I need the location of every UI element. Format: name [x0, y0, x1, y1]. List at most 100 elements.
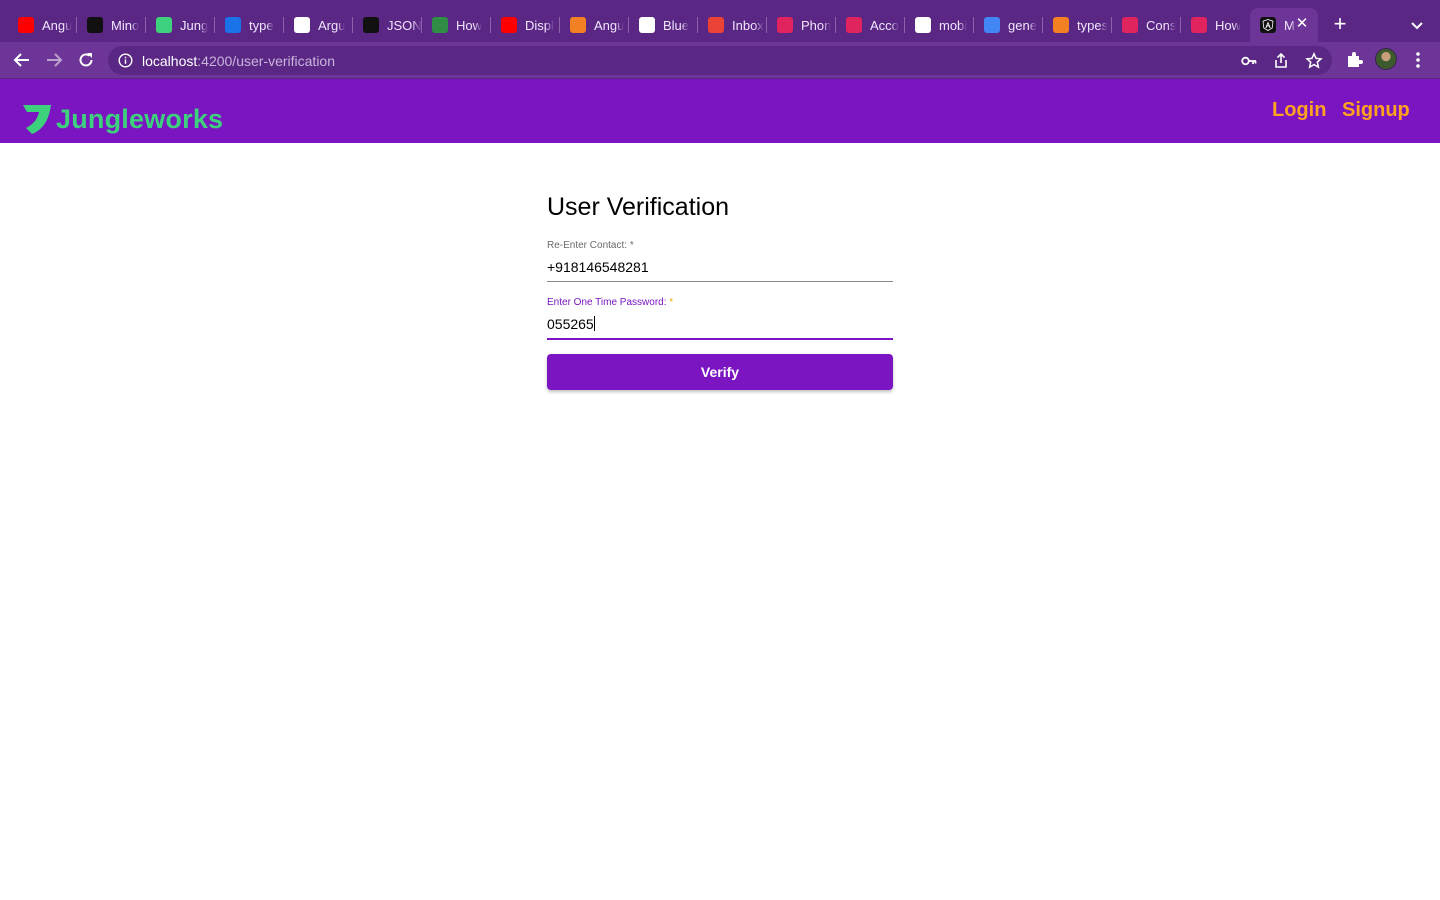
otp-field[interactable]: Enter One Time Password: * 055265: [547, 297, 893, 340]
verification-form: User Verification Re-Enter Contact: * +9…: [547, 190, 893, 390]
contact-underline: [547, 281, 893, 282]
tab-title: gene: [1008, 17, 1037, 33]
jungleworks-red-icon: [777, 17, 793, 33]
contact-input[interactable]: +918146548281: [547, 259, 893, 275]
browser-tab[interactable]: Displ: [491, 8, 560, 42]
contact-label: Re-Enter Contact: *: [547, 240, 893, 252]
e-icon: [225, 17, 241, 33]
browser-tab[interactable]: Jung: [146, 8, 215, 42]
required-marker: *: [629, 240, 634, 251]
jungleworks-red-icon: [846, 17, 862, 33]
json-icon: [363, 17, 379, 33]
back-button[interactable]: [10, 48, 34, 72]
browser-tab[interactable]: Mino: [77, 8, 146, 42]
otp-underline: [547, 338, 893, 340]
url-text: localhost:4200/user-verification: [142, 53, 335, 69]
browser-tab[interactable]: Argu: [284, 8, 353, 42]
app-header: Jungleworks: [0, 79, 1440, 143]
tab-title: Jung: [180, 17, 209, 33]
brand-logo[interactable]: Jungleworks: [22, 102, 223, 136]
chevron-down-icon: [1411, 22, 1423, 30]
tab-title: Mino: [111, 17, 140, 33]
contact-label-text: Re-Enter Contact:: [547, 240, 628, 251]
browser-toolbar: localhost:4200/user-verification: [0, 42, 1440, 79]
tab-title: How: [456, 17, 483, 33]
angular-icon: [1260, 17, 1276, 33]
address-bar[interactable]: localhost:4200/user-verification: [108, 46, 1332, 75]
otp-value: 055265: [547, 316, 594, 332]
browser-tab[interactable]: How: [1181, 8, 1250, 42]
more-menu-icon[interactable]: [1408, 50, 1428, 70]
tab-title: Blue: [663, 17, 690, 33]
arrow-right-icon: [47, 53, 63, 67]
otp-label: Enter One Time Password: *: [547, 297, 893, 309]
arrow-left-icon: [13, 53, 29, 67]
login-link[interactable]: Login: [1272, 99, 1326, 122]
stackoverflow-icon: [1053, 17, 1069, 33]
reload-button[interactable]: [74, 48, 98, 72]
star-icon[interactable]: [1305, 52, 1323, 70]
browser-tab[interactable]: gene: [974, 8, 1043, 42]
tab-title: Inbox: [732, 17, 764, 33]
browser-tab[interactable]: Angu: [560, 8, 629, 42]
key-icon[interactable]: [1240, 52, 1258, 70]
tab-title: Angu: [42, 17, 73, 33]
browser-tab[interactable]: JSON: [353, 8, 422, 42]
tab-search-button[interactable]: [1406, 14, 1428, 36]
angular-icon: [87, 17, 103, 33]
youtube-icon: [18, 17, 34, 33]
browser-tab-strip: Angu Mino Jung type Argu JSON How Displ Angu Blue…: [0, 0, 1440, 42]
otp-label-text: Enter One Time Password:: [547, 297, 667, 308]
forward-button[interactable]: [42, 48, 66, 72]
extensions-icon[interactable]: [1344, 50, 1364, 70]
browser-tab[interactable]: Cons: [1112, 8, 1181, 42]
browser-tab[interactable]: Blue: [629, 8, 698, 42]
tab-title: mobi: [939, 17, 968, 33]
browser-tab[interactable]: types: [1043, 8, 1112, 42]
tab-title: type: [249, 17, 274, 33]
url-host: localhost: [142, 53, 198, 69]
tab-title: Phon: [801, 17, 832, 33]
youtube-icon: [501, 17, 517, 33]
gmail-icon: [708, 17, 724, 33]
new-tab-button[interactable]: +: [1328, 12, 1352, 36]
otp-input[interactable]: 055265: [547, 316, 893, 332]
browser-tab[interactable]: Inbox: [698, 8, 767, 42]
jungleworks-red-icon: [1191, 17, 1207, 33]
tab-title: JSON: [387, 17, 422, 33]
text-caret: [593, 316, 595, 331]
browser-tab[interactable]: Acco: [836, 8, 905, 42]
brand-name: Jungleworks: [56, 103, 224, 134]
github-icon: [915, 17, 931, 33]
github-icon: [294, 17, 310, 33]
signup-link[interactable]: Signup: [1342, 99, 1410, 122]
required-marker: *: [669, 297, 674, 308]
tab-title: Argu: [318, 17, 346, 33]
info-icon[interactable]: [118, 53, 133, 68]
url-path: :4200/user-verification: [197, 53, 336, 69]
tab-title: Displ: [525, 17, 554, 33]
globe-icon: [639, 17, 655, 33]
jungleworks-icon: [156, 17, 172, 33]
google-icon: [984, 17, 1000, 33]
jungleworks-red-icon: [1122, 17, 1138, 33]
browser-tab[interactable]: mobi: [905, 8, 974, 42]
tab-active[interactable]: M ✕: [1250, 8, 1318, 42]
geeksforgeeks-icon: [432, 17, 448, 33]
contact-field[interactable]: Re-Enter Contact: * +918146548281: [547, 240, 893, 282]
reload-icon: [79, 53, 93, 67]
browser-tab[interactable]: Angu: [8, 8, 77, 42]
page-title: User Verification: [547, 193, 730, 221]
tab-title: Acco: [870, 17, 899, 33]
browser-tab[interactable]: Phon: [767, 8, 836, 42]
share-icon[interactable]: [1272, 52, 1290, 70]
browser-tab[interactable]: type: [215, 8, 284, 42]
browser-tab[interactable]: How: [422, 8, 491, 42]
tab-title: Cons: [1146, 17, 1177, 33]
tab-title: How: [1215, 17, 1242, 33]
profile-avatar[interactable]: [1375, 48, 1397, 70]
tab-title: Angu: [594, 17, 625, 33]
verify-button[interactable]: Verify: [547, 354, 893, 390]
close-tab-icon[interactable]: ✕: [1294, 16, 1310, 32]
stackoverflow-icon: [570, 17, 586, 33]
